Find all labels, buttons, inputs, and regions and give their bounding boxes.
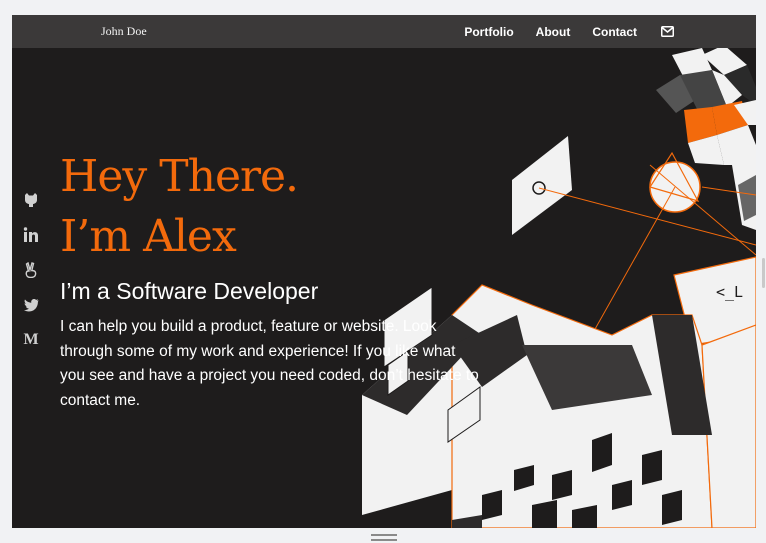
nav-link-about[interactable]: About xyxy=(536,25,571,39)
checker-top-right xyxy=(656,45,756,230)
github-icon[interactable] xyxy=(22,191,40,209)
browser-viewport: John Doe Portfolio About Contact M <_L H… xyxy=(12,15,756,528)
envelope-icon[interactable] xyxy=(661,26,674,37)
top-navbar: John Doe Portfolio About Contact xyxy=(12,15,756,48)
hero-heading: Hey There. I’m Alex xyxy=(60,147,480,267)
hero-section: Hey There. I’m Alex I’m a Software Devel… xyxy=(60,147,480,413)
scrollbar-thumb[interactable] xyxy=(762,258,765,288)
nav-link-portfolio[interactable]: Portfolio xyxy=(464,25,513,39)
medium-icon[interactable]: M xyxy=(22,331,40,349)
hero-heading-line1: Hey There. xyxy=(60,151,299,202)
social-links: M xyxy=(22,191,40,366)
brand-name[interactable]: John Doe xyxy=(101,24,147,39)
main-nav: Portfolio About Contact xyxy=(464,15,756,48)
hero-description: I can help you build a product, feature … xyxy=(60,318,479,409)
terminal-panel: <_L xyxy=(673,256,756,346)
hero-subtitle: I’m a Software Developer xyxy=(60,278,319,304)
angellist-icon[interactable] xyxy=(22,261,40,279)
nav-link-contact[interactable]: Contact xyxy=(592,25,637,39)
twitter-icon[interactable] xyxy=(22,296,40,314)
resize-handle-icon[interactable] xyxy=(371,534,397,541)
code-glyph: <_L xyxy=(716,283,743,301)
floating-shapes xyxy=(512,136,756,397)
hero-heading-line2: I’m Alex xyxy=(60,211,237,262)
linkedin-icon[interactable] xyxy=(22,226,40,244)
